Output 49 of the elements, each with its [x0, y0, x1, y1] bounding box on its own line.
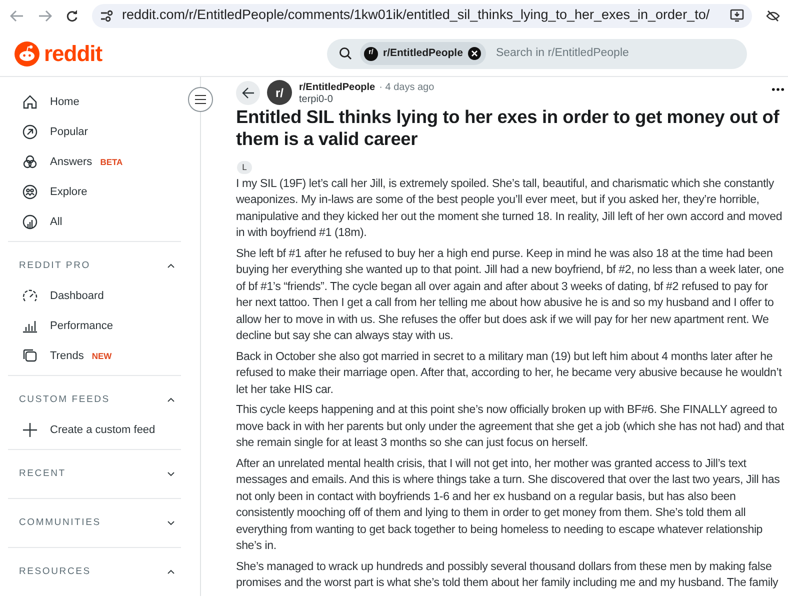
site-settings-icon	[100, 10, 114, 22]
sidebar-item[interactable]: Home	[8, 87, 181, 117]
sidebar-item[interactable]: Popular	[8, 117, 181, 147]
arrow-circle-icon	[22, 124, 38, 140]
post-paragraph: After an unrelated mental health crisis, that I will not get into, her mother was granted access to Jill’s text messages and emails. And this is where things take a turn. She discovered that over the last two years, Jill has not only been in contact with boyfriends 1-6 and her ex husband on a regular basis, but has also been consistently mooching off of them and lying to them in order to get money from them. She’s told them all everything from wanting to get back together to being homeless to needing to escape whatever relationship she’s in.	[236, 456, 781, 554]
people-circle-icon	[22, 184, 38, 200]
chat-squares-icon	[22, 348, 38, 364]
section-header[interactable]: COMMUNITIES	[8, 503, 181, 543]
forward-icon[interactable]	[38, 10, 52, 22]
sidebar-item[interactable]: Answers BETA	[8, 147, 181, 177]
post-paragraph: This cycle keeps happening and at this point she’s now officially broken up with BF#6. She FINALLY agreed to move back in with her parents but only under the agreement that she get a job (which she has not had) and that she remain single for at least 3 months so she can just focus on herself.	[236, 403, 785, 451]
sidebar-item[interactable]: All	[8, 207, 181, 237]
reddit-logo-icon	[14, 40, 40, 66]
bar-chart-icon	[22, 318, 38, 334]
post-paragraph: She’s managed to wrack up hundreds and possibly several thousand dollars from these men by making false promises and the worst part is what she’s told them about her family including me and my husband. The family	[236, 560, 780, 591]
reload-icon[interactable]	[66, 10, 78, 22]
sidebar-item[interactable]: Performance	[8, 311, 181, 341]
circles-icon	[22, 154, 38, 170]
close-icon[interactable]	[468, 47, 481, 60]
post-title: Entitled SIL thinks lying to her exes in order to get money out of them is a valid career	[236, 106, 780, 150]
address-bar[interactable]: reddit.com/r/EntitledPeople/comments/1kw01ik/entitled_sil_thinks_lying_to_her_exes_in_order_to/	[92, 4, 752, 28]
back-icon[interactable]	[10, 10, 24, 22]
search-input[interactable]: Search in r/EntitledPeople	[494, 44, 743, 64]
more-options-icon	[772, 88, 784, 91]
author-name[interactable]: terpi0-0	[299, 95, 434, 105]
sidebar-item[interactable]: Explore	[8, 177, 181, 207]
chart-circle-icon	[22, 214, 38, 230]
menu-button[interactable]	[188, 87, 213, 112]
install-app-icon[interactable]	[730, 9, 744, 22]
post-paragraph: I my SIL (19F) let’s call her Jill, is extremely spoiled. She’s tall, beautiful, and charismatic which she constantly weaponizes. My in-laws are some of the best people you’ll ever meet, but if you asked her, they’re horrible, manipulative and they kicked her out the moment she turned 18. In reality, Jill left of her own accord and moved in with boyfriend #1 (18m).	[236, 176, 784, 241]
eye-slash-icon[interactable]	[766, 10, 780, 22]
subreddit-link[interactable]: r/EntitledPeople	[299, 80, 376, 95]
sidebar-item[interactable]: Trends NEW	[8, 341, 181, 371]
home-icon	[22, 94, 38, 110]
post-paragraph: She left bf #1 after he refused to buy her a high end purse. Keep in mind he was also 18 at the time had been buying her everything she wanted up to that point. Jill had a new boyfriend, bf #2, no less than a week later, one of bf #1’s “friends”. The cycle began all over again and after about 3 weeks of dating, bf #2 refused to pay for her next tattoo. Then I get a call from her telling me about how abusive he is and so my husband and I offer to allow her to move in with us. She refuses the offer but does ask if we will pay for her new apartment rent. We decline but say she can always stay with us.	[236, 246, 785, 344]
back-button[interactable]	[236, 80, 260, 104]
plus-icon	[22, 422, 38, 438]
back-arrow-icon	[240, 84, 256, 100]
url-text: reddit.com/r/EntitledPeople/comments/1kw01ik/entitled_sil_thinks_lying_to_her_exes_in_order_to/	[122, 6, 710, 24]
community-avatar[interactable]: r/	[267, 80, 292, 105]
search-icon	[339, 47, 352, 60]
menu-icon	[195, 95, 206, 104]
post-time: · 4 days ago	[379, 81, 434, 95]
flair-tag: L	[237, 160, 252, 174]
gauge-icon	[22, 288, 38, 304]
community-name: r/EntitledPeople	[383, 46, 463, 61]
post-paragraph: Back in October she also got married in secret to a military man (19) but left him about 4 months later after he refused to make their marriage open. After that, according to her, he became very abusive because he wouldn’t let her take HIS car.	[236, 350, 783, 398]
section-header[interactable]: RECENT	[8, 454, 181, 494]
section-header[interactable]: RESOURCES	[8, 552, 181, 592]
